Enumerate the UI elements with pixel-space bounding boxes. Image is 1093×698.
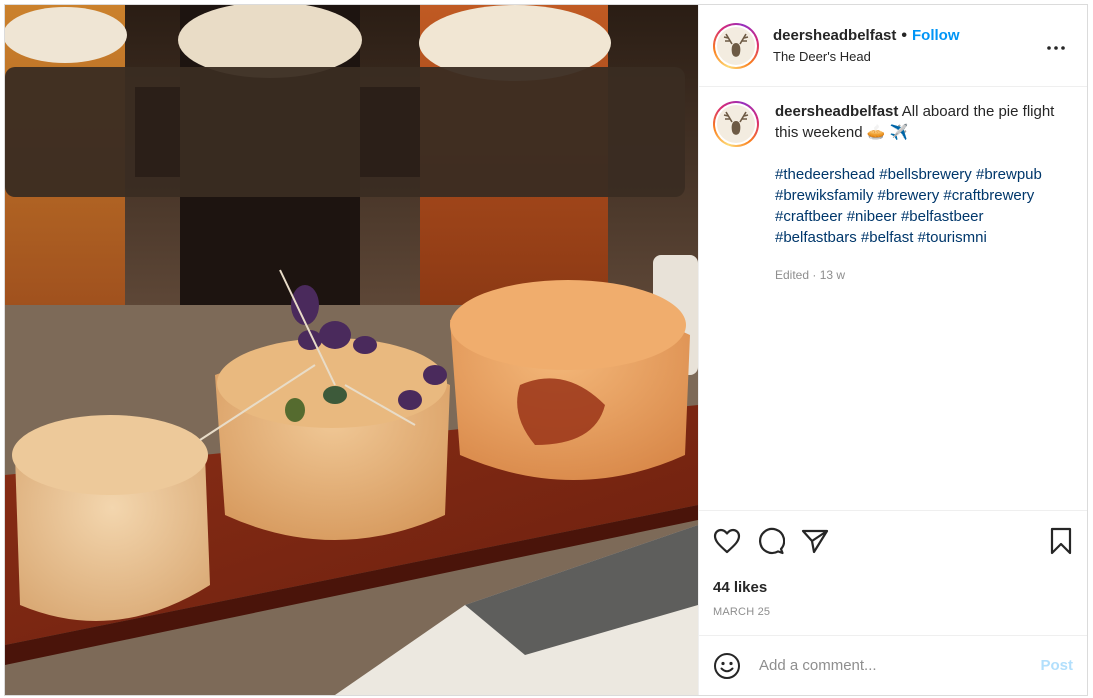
more-options-icon[interactable] <box>1047 37 1065 55</box>
action-bar <box>699 511 1087 571</box>
hashtag-link[interactable]: #bellsbrewery <box>879 166 972 183</box>
hashtag-list: #thedeershead #bellsbrewery #brewpub #br… <box>775 164 1065 248</box>
post-photo[interactable] <box>5 5 698 695</box>
hashtag-link[interactable]: #nibeer <box>847 208 897 225</box>
meta-separator: · <box>812 268 817 282</box>
comment-bar: Post <box>699 635 1087 695</box>
hashtag-link[interactable]: #thedeershead <box>775 166 875 183</box>
emoji-icon[interactable] <box>713 652 741 680</box>
hashtag-link[interactable]: #brewiksfamily <box>775 187 873 204</box>
separator-dot: • <box>901 26 907 44</box>
share-icon[interactable] <box>801 528 829 554</box>
post-header: deersheadbelfast • Follow The Deer's Head <box>699 5 1087 87</box>
post-side-panel: deersheadbelfast • Follow The Deer's Head <box>698 5 1087 695</box>
caption-emoji: 🥧 ✈️ <box>866 124 909 141</box>
hashtag-link[interactable]: #belfastbeer <box>901 208 984 225</box>
caption-avatar[interactable] <box>713 101 759 147</box>
hashtag-link[interactable]: #belfastbars <box>775 229 857 246</box>
location-link[interactable]: The Deer's Head <box>773 49 960 65</box>
comment-input[interactable] <box>759 657 1041 674</box>
caption-username-link[interactable]: deersheadbelfast <box>775 103 898 120</box>
hashtag-link[interactable]: #tourismni <box>918 229 987 246</box>
caption: deersheadbelfast All aboard the pie flig… <box>699 87 1087 286</box>
heart-icon[interactable] <box>713 528 741 554</box>
hashtag-link[interactable]: #craftbeer <box>775 208 843 225</box>
hashtag-link[interactable]: #brewery <box>878 187 940 204</box>
post-meta: Edited · 13 w <box>775 265 1065 286</box>
avatar[interactable] <box>713 22 759 69</box>
bookmark-icon[interactable] <box>1049 527 1073 555</box>
actions-area: 44 likes MARCH 25 <box>699 510 1087 618</box>
follow-button[interactable]: Follow <box>912 27 960 44</box>
hashtag-link[interactable]: #craftbrewery <box>943 187 1034 204</box>
time-ago[interactable]: 13 w <box>820 268 845 282</box>
post-date: MARCH 25 <box>713 606 771 618</box>
deer-logo-icon <box>717 105 755 143</box>
username-link[interactable]: deersheadbelfast <box>773 27 896 44</box>
likes-count[interactable]: 44 likes <box>699 579 1087 596</box>
pie-flight-image <box>5 5 698 695</box>
edited-label: Edited <box>775 268 810 282</box>
post-comment-button[interactable]: Post <box>1040 657 1073 674</box>
hashtag-link[interactable]: #brewpub <box>976 166 1042 183</box>
deer-logo-icon <box>717 26 755 65</box>
instagram-post: deersheadbelfast • Follow The Deer's Head <box>4 4 1088 696</box>
comment-icon[interactable] <box>757 527 785 555</box>
hashtag-link[interactable]: #belfast <box>861 229 914 246</box>
